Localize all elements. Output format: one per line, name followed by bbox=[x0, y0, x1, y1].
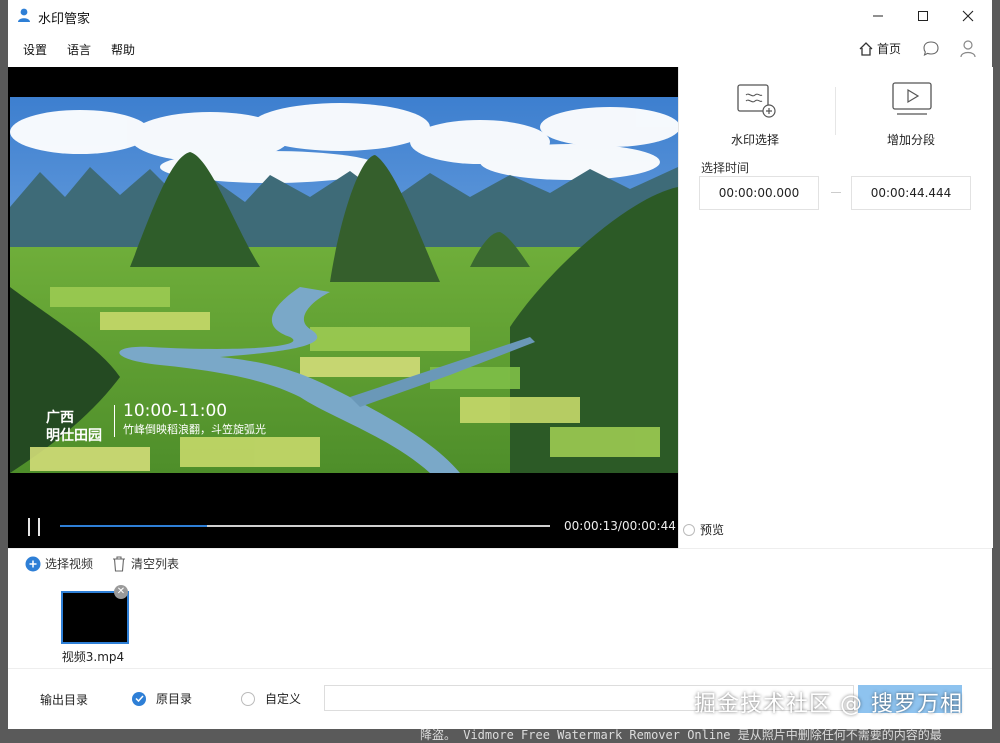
time-range-dash bbox=[831, 192, 841, 193]
user-icon[interactable] bbox=[959, 39, 977, 58]
maximize-icon bbox=[918, 11, 928, 21]
preview-option[interactable]: 预览 bbox=[683, 521, 724, 538]
option-original-dir[interactable]: 原目录 bbox=[132, 690, 192, 707]
home-icon bbox=[859, 41, 873, 56]
custom-radio[interactable] bbox=[241, 691, 255, 706]
right-panel: 水印选择 增加分段 选择时间 00:00:00.000 00:00:44.444… bbox=[678, 67, 993, 548]
menu-settings[interactable]: 设置 bbox=[23, 41, 47, 58]
start-time-field[interactable]: 00:00:00.000 bbox=[699, 176, 819, 210]
trash-icon bbox=[113, 555, 125, 572]
option-original-label: 原目录 bbox=[156, 692, 193, 706]
add-circle-icon bbox=[25, 556, 41, 571]
close-icon bbox=[962, 10, 974, 22]
remove-video-button[interactable]: ✕ bbox=[114, 585, 128, 599]
caption-brand-line2: 明仕田园 bbox=[46, 428, 102, 444]
playback-bar: 00:00:13/00:00:44 bbox=[8, 503, 678, 548]
clear-list-label: 清空列表 bbox=[131, 557, 180, 571]
checked-radio-icon[interactable] bbox=[132, 691, 146, 706]
option-custom-label: 自定义 bbox=[265, 692, 302, 706]
caption-brand: 广西 明仕田园 bbox=[46, 409, 102, 445]
minimize-button[interactable] bbox=[858, 4, 898, 28]
tool-separator bbox=[835, 87, 836, 135]
video-thumbnail[interactable] bbox=[61, 591, 129, 644]
caption-subtitle: 竹峰倒映稻浪翻，斗笠旋弧光 bbox=[123, 423, 266, 436]
preview-radio[interactable] bbox=[683, 523, 695, 536]
watermark-select-label: 水印选择 bbox=[730, 133, 779, 147]
add-segment-label: 增加分段 bbox=[886, 133, 935, 147]
background-text: 降盗。 Vidmore Free Watermark Remover Onlin… bbox=[420, 728, 942, 742]
add-video-button[interactable]: 选择视频 bbox=[25, 555, 93, 572]
select-time-title: 选择时间 bbox=[701, 161, 750, 175]
add-video-label: 选择视频 bbox=[45, 557, 94, 571]
home-label: 首页 bbox=[877, 42, 902, 56]
file-list-area: 选择视频 清空列表 ✕ 视频3.mp4 bbox=[8, 548, 992, 669]
home-link[interactable]: 首页 bbox=[858, 40, 901, 57]
output-dir-label: 输出目录 bbox=[40, 693, 89, 707]
minimize-icon bbox=[873, 15, 883, 17]
progress-track[interactable] bbox=[60, 525, 550, 527]
remove-icon: ✕ bbox=[116, 586, 126, 597]
video-scene bbox=[10, 97, 678, 473]
menu-language[interactable]: 语言 bbox=[67, 41, 91, 58]
watermark-select-icon bbox=[737, 84, 776, 118]
overlay-watermark: 掘金技术社区 @ 搜罗万相 bbox=[694, 692, 963, 717]
preview-label: 预览 bbox=[700, 523, 725, 537]
end-time-field[interactable]: 00:00:44.444 bbox=[851, 176, 971, 210]
app-logo-icon bbox=[18, 8, 30, 22]
add-segment-button[interactable]: 增加分段 bbox=[851, 79, 971, 159]
caption-brand-line1: 广西 bbox=[46, 410, 74, 426]
option-custom-dir[interactable]: 自定义 bbox=[241, 690, 301, 707]
close-button[interactable] bbox=[948, 4, 988, 28]
caption-time: 10:00-11:00 bbox=[123, 401, 228, 421]
caption-divider bbox=[114, 405, 115, 437]
video-player: 广西 明仕田园 10:00-11:00 竹峰倒映稻浪翻，斗笠旋弧光 00:00:… bbox=[8, 67, 678, 548]
watermark-select-button[interactable]: 水印选择 bbox=[695, 79, 815, 159]
menu-bar: 设置 语言 帮助 bbox=[8, 32, 992, 66]
video-file-name: 视频3.mp4 bbox=[61, 650, 125, 664]
playback-time: 00:00:13/00:00:44 bbox=[564, 519, 676, 533]
video-frame[interactable]: 广西 明仕田园 10:00-11:00 竹峰倒映稻浪翻，斗笠旋弧光 bbox=[10, 97, 678, 473]
add-segment-icon bbox=[892, 82, 932, 115]
progress-fill bbox=[60, 525, 207, 527]
maximize-button[interactable] bbox=[903, 4, 943, 28]
clear-list-button[interactable]: 清空列表 bbox=[112, 555, 179, 572]
menu-help[interactable]: 帮助 bbox=[111, 41, 135, 58]
window-title: 水印管家 bbox=[38, 12, 91, 27]
chat-icon[interactable] bbox=[922, 40, 940, 58]
pause-button[interactable] bbox=[28, 518, 40, 536]
title-bar: 水印管家 bbox=[8, 0, 992, 32]
app-window: 水印管家 设置 语言 帮助 首页 广西 明仕田园 10:00-11:00 竹峰倒… bbox=[8, 0, 993, 729]
